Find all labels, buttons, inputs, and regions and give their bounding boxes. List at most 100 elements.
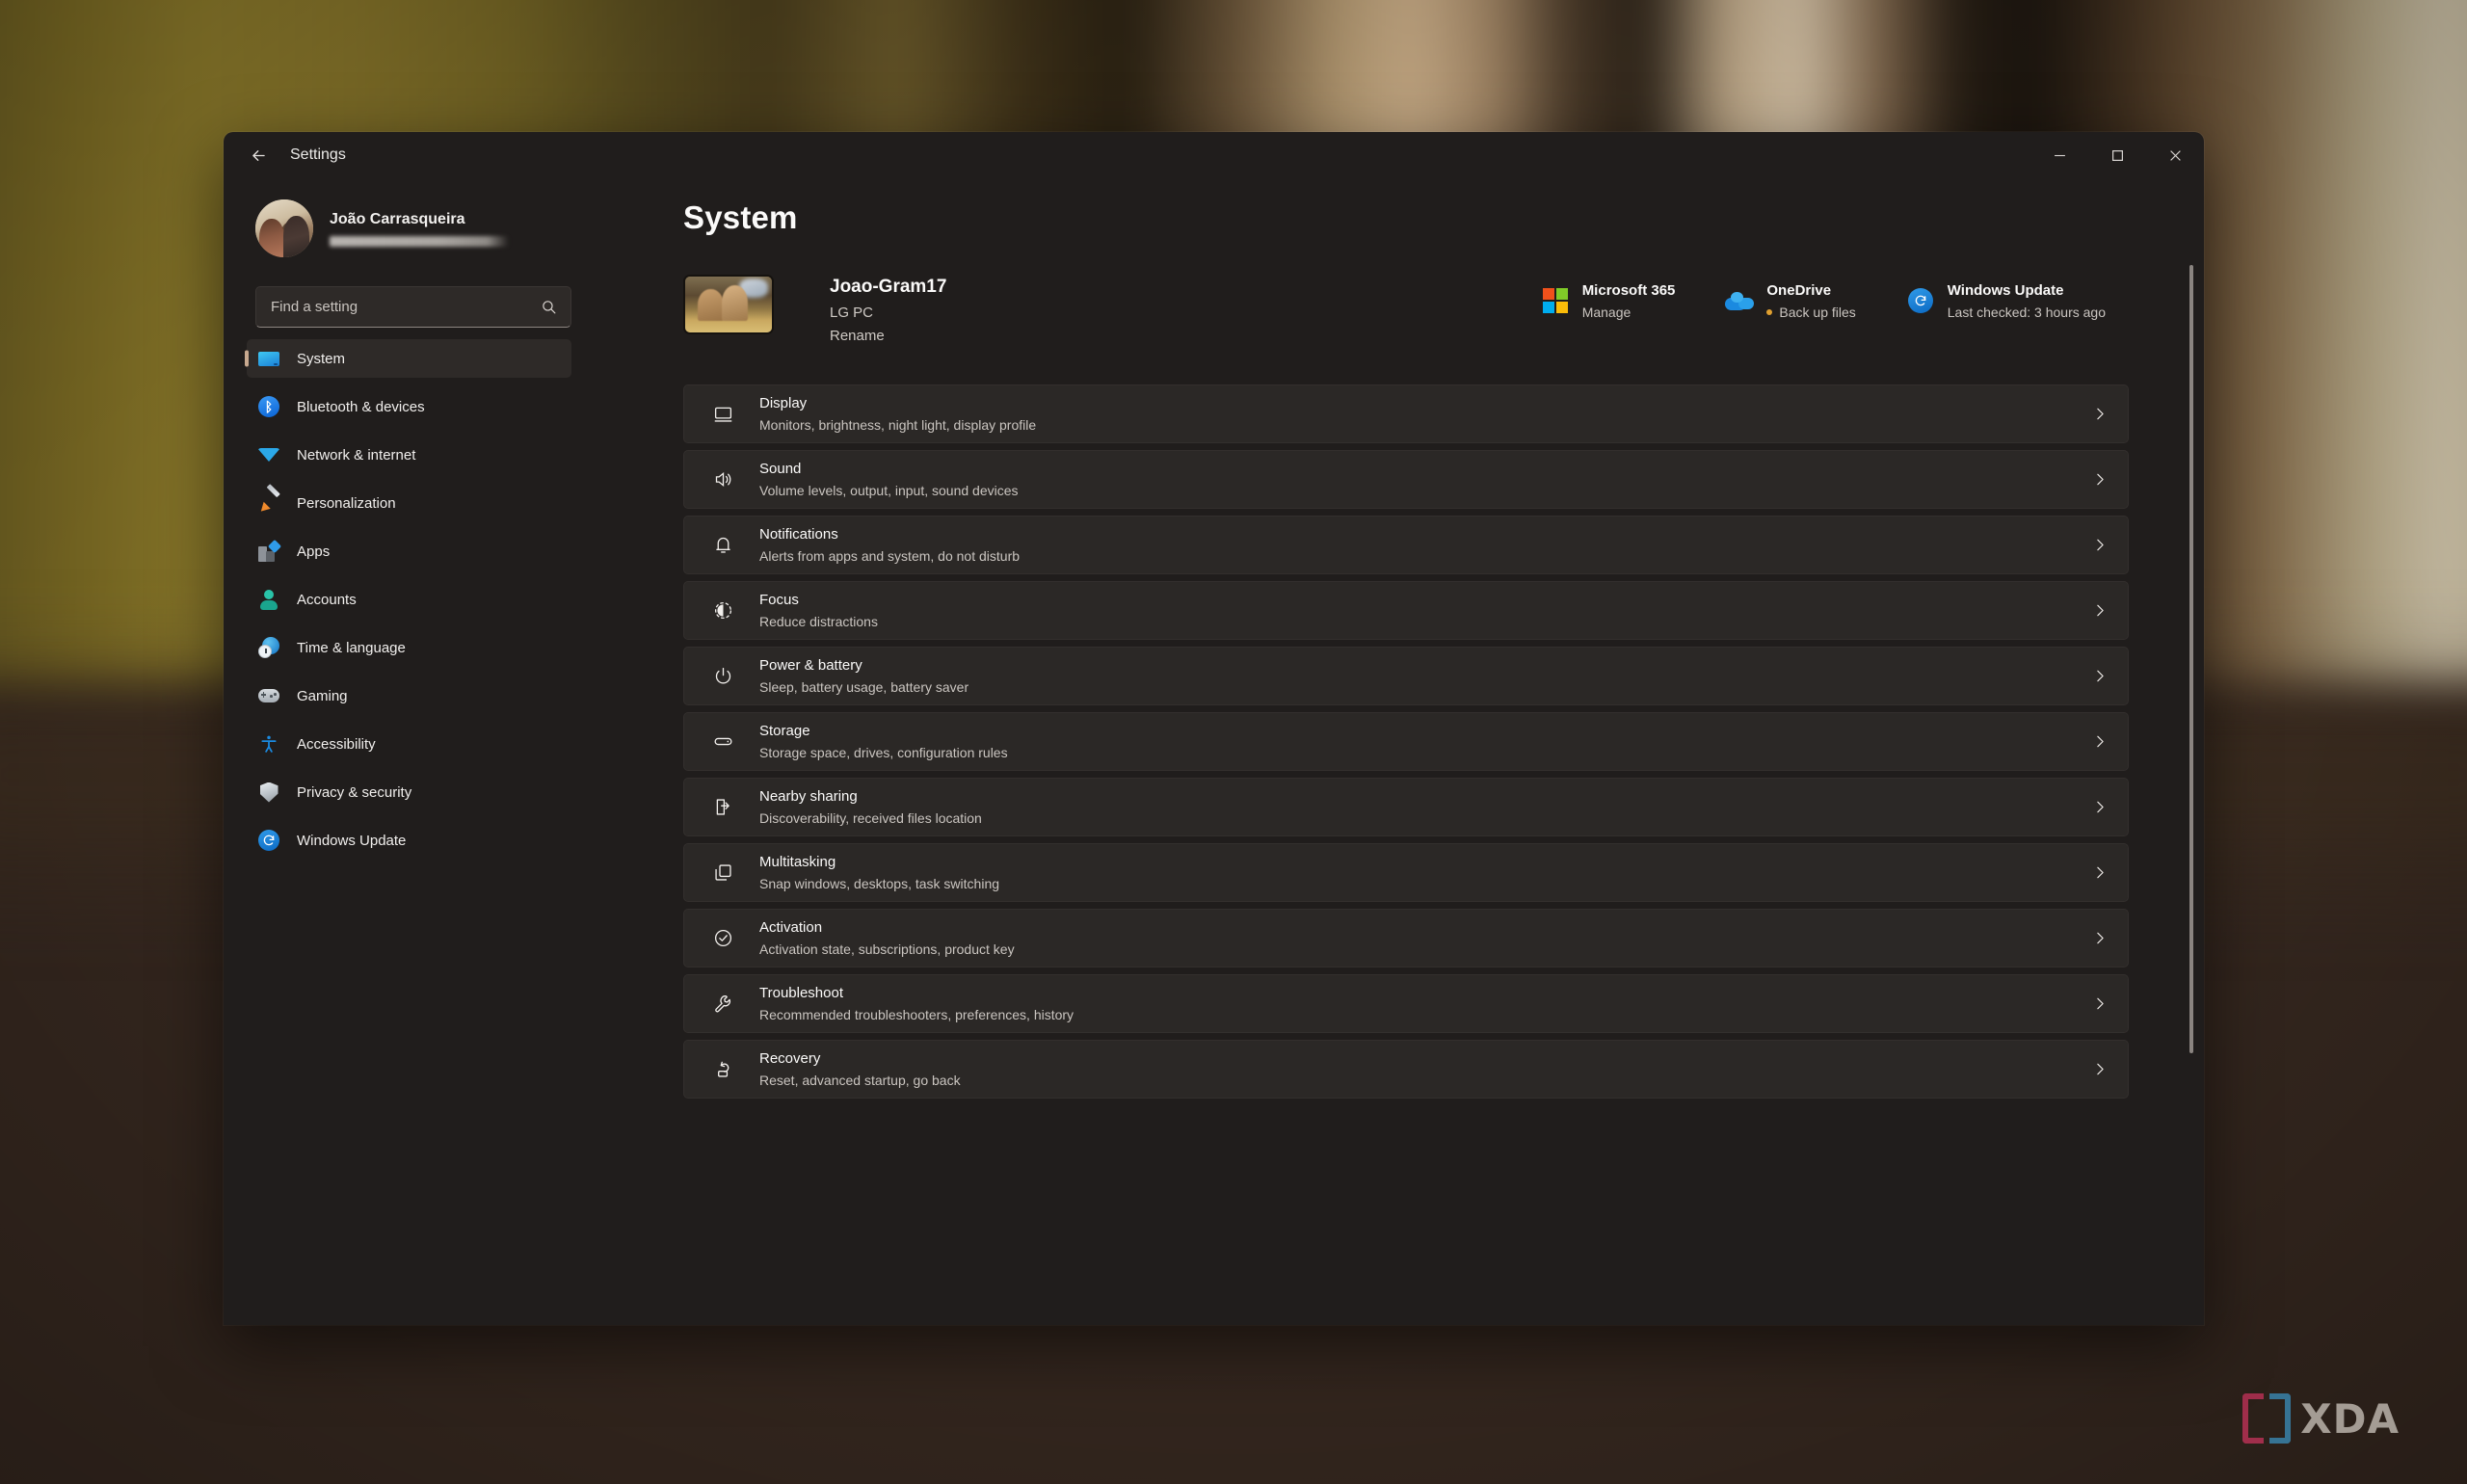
sidebar-item-label: Network & internet	[297, 446, 416, 464]
sidebar-item-label: System	[297, 350, 346, 367]
account-block[interactable]: João Carrasqueira	[224, 178, 593, 267]
settings-row-sub: Activation state, subscriptions, product…	[759, 941, 1015, 957]
sidebar-item-label: Time & language	[297, 639, 406, 656]
settings-row-title: Sound	[759, 461, 802, 478]
sidebar-item-system[interactable]: System	[247, 339, 571, 378]
settings-row-notifications[interactable]: Notifications Alerts from apps and syste…	[683, 516, 2129, 574]
sidebar-item-accessibility[interactable]: Accessibility	[247, 725, 571, 763]
device-info: Joao-Gram17 LG PC Rename	[830, 275, 946, 344]
settings-row-multitasking[interactable]: Multitasking Snap windows, desktops, tas…	[683, 843, 2129, 902]
quicklink-sub: Back up files	[1779, 304, 1856, 320]
settings-row-power-battery[interactable]: Power & battery Sleep, battery usage, ba…	[683, 647, 2129, 705]
sidebar-item-personalization[interactable]: Personalization	[247, 484, 571, 522]
drive-icon	[708, 728, 737, 756]
page-title: System	[683, 199, 798, 235]
scrollbar[interactable]	[2187, 196, 2196, 1313]
focus-icon	[708, 596, 737, 625]
device-model: LG PC	[830, 305, 874, 321]
sidebar-item-accounts[interactable]: Accounts	[247, 580, 571, 619]
minimize-icon[interactable]	[2030, 132, 2088, 178]
bell-icon	[708, 531, 737, 560]
chevron-right-icon	[2094, 1063, 2107, 1075]
gamepad-icon	[255, 682, 282, 709]
main-scroll-area: System Joao-Gram17 LG PC Rename Microsof…	[593, 178, 2204, 1325]
chevron-right-icon	[2094, 473, 2107, 486]
speaker-icon	[708, 465, 737, 494]
close-icon[interactable]	[2146, 132, 2204, 178]
xda-logo-icon	[2242, 1393, 2292, 1444]
settings-row-display[interactable]: Display Monitors, brightness, night ligh…	[683, 384, 2129, 443]
paintbrush-icon	[255, 484, 282, 517]
quicklink-title: Windows Update	[1947, 282, 2064, 299]
window-controls	[2030, 132, 2204, 178]
device-thumbnail	[683, 275, 774, 334]
settings-row-title: Storage	[759, 723, 810, 740]
chevron-right-icon	[2094, 408, 2107, 420]
settings-row-recovery[interactable]: Recovery Reset, advanced startup, go bac…	[683, 1040, 2129, 1099]
sidebar-item-gaming[interactable]: Gaming	[247, 676, 571, 715]
chevron-right-icon	[2094, 604, 2107, 617]
search-icon[interactable]	[541, 299, 557, 315]
account-email-redacted	[330, 235, 509, 247]
settings-list: Display Monitors, brightness, night ligh…	[683, 384, 2129, 1099]
settings-row-troubleshoot[interactable]: Troubleshoot Recommended troubleshooters…	[683, 974, 2129, 1033]
settings-row-sub: Volume levels, output, input, sound devi…	[759, 482, 1019, 498]
sidebar-item-network-internet[interactable]: Network & internet	[247, 436, 571, 474]
quicklink-title: Microsoft 365	[1581, 282, 1676, 299]
search-box[interactable]	[255, 286, 571, 328]
search-input[interactable]	[271, 299, 541, 315]
quicklink-microsoft-365[interactable]: Microsoft 365 Manage	[1541, 278, 1699, 324]
device-header: Joao-Gram17 LG PC Rename Microsoft 365 M…	[683, 275, 2129, 359]
sidebar-item-label: Apps	[297, 543, 331, 560]
settings-row-title: Nearby sharing	[759, 788, 858, 806]
status-dot	[1766, 308, 1773, 315]
settings-row-focus[interactable]: Focus Reduce distractions	[683, 581, 2129, 640]
sidebar-item-label: Accessibility	[297, 735, 376, 753]
sidebar-item-privacy-security[interactable]: Privacy & security	[247, 773, 571, 811]
settings-row-sound[interactable]: Sound Volume levels, output, input, soun…	[683, 450, 2129, 509]
rename-link[interactable]: Rename	[830, 328, 946, 344]
quicklink-windows-update[interactable]: Windows Update Last checked: 3 hours ago	[1906, 278, 2129, 324]
settings-row-sub: Alerts from apps and system, do not dist…	[759, 547, 1021, 564]
settings-row-activation[interactable]: Activation Activation state, subscriptio…	[683, 909, 2129, 967]
windows-stack-icon	[708, 859, 737, 888]
chevron-right-icon	[2094, 539, 2107, 551]
avatar	[255, 199, 313, 257]
scrollbar-thumb[interactable]	[2189, 265, 2193, 1053]
chevron-right-icon	[2094, 866, 2107, 879]
person-icon	[255, 586, 282, 613]
settings-row-storage[interactable]: Storage Storage space, drives, configura…	[683, 712, 2129, 771]
settings-window: Settings João Carrasqueira Find a settin…	[224, 132, 2204, 1325]
settings-row-sub: Storage space, drives, configuration rul…	[759, 744, 1008, 760]
sidebar-item-time-language[interactable]: Time & language	[247, 628, 571, 667]
shield-icon	[255, 779, 282, 806]
settings-row-sub: Reset, advanced startup, go back	[759, 1072, 961, 1088]
settings-row-title: Multitasking	[759, 854, 836, 871]
sidebar-item-bluetooth-devices[interactable]: ᛒ Bluetooth & devices	[247, 387, 571, 426]
settings-row-sub: Snap windows, desktops, task switching	[759, 875, 1000, 891]
accessibility-icon	[255, 730, 282, 757]
sidebar-item-label: Windows Update	[297, 832, 407, 849]
settings-row-title: Recovery	[759, 1050, 821, 1068]
back-arrow-icon[interactable]	[238, 135, 279, 175]
sidebar-item-label: Accounts	[297, 591, 357, 608]
device-name: Joao-Gram17	[830, 277, 947, 297]
maximize-icon[interactable]	[2088, 132, 2146, 178]
chevron-right-icon	[2094, 997, 2107, 1010]
sidebar-item-windows-update[interactable]: Windows Update	[247, 821, 571, 860]
chevron-right-icon	[2094, 932, 2107, 944]
sidebar-item-apps[interactable]: Apps	[247, 532, 571, 570]
check-circle-icon	[708, 924, 737, 953]
sync-icon	[1906, 286, 1935, 315]
settings-row-nearby-sharing[interactable]: Nearby sharing Discoverability, received…	[683, 778, 2129, 836]
quicklink-onedrive[interactable]: OneDrive Back up files	[1725, 278, 1878, 324]
sidebar-item-label: Bluetooth & devices	[297, 398, 425, 415]
monitor-icon	[708, 400, 737, 429]
settings-row-title: Notifications	[759, 526, 838, 543]
chevron-right-icon	[2094, 801, 2107, 813]
sidebar: João Carrasqueira System	[224, 178, 593, 1325]
bluetooth-icon: ᛒ	[255, 393, 282, 420]
account-name: João Carrasqueira	[330, 211, 465, 228]
quicklink-sub: Manage	[1581, 304, 1631, 320]
wrench-icon	[708, 990, 737, 1019]
